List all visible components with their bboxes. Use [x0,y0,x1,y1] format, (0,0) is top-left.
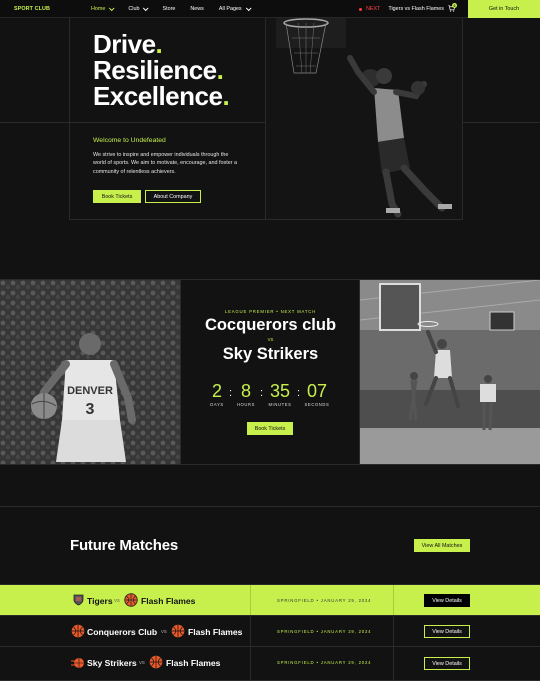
nav-store-label: Store [162,6,176,12]
view-details-button[interactable]: View Details [424,625,470,638]
section-divider [0,506,540,507]
grid-line [69,18,70,220]
match-meta: SPRINGFIELD • JANUARY 29, 2024 [277,660,372,665]
match-team-2: Sky Strikers [222,345,319,363]
away-team: Flash Flames [166,657,221,668]
hero-line-3: Excellence [93,81,223,111]
view-details-button[interactable]: View Details [424,594,470,607]
conquerors-ball-icon [71,624,85,638]
countdown-hours-label: HOURS [236,402,256,407]
brand-logo[interactable]: SPORT CLUB [14,6,50,12]
get-in-touch-button[interactable]: Get in Touch [468,0,540,18]
svg-text:3: 3 [86,401,95,418]
sky-strikers-ball-icon [71,658,84,668]
nav-news-label: News [190,6,204,12]
league-label: LEAGUE PREMIER • NEXT MATCH [224,309,317,314]
cart-count-badge: 0 [452,3,457,8]
match-row[interactable]: Conquerors Club VS Flash Flames SPRINGFI… [0,615,540,647]
away-team: Flash Flames [188,626,243,637]
hero-dunk-photo [266,18,462,219]
flash-flames-ball-icon [124,593,138,607]
live-dot-icon [359,7,362,11]
gym-dunk-photo [360,280,540,464]
match-meta: SPRINGFIELD • JANUARY 29, 2024 [277,629,372,634]
player-dribble-photo: DENVER 3 [0,280,180,464]
next-match-ticker[interactable]: NEXT Tigers vs Flash Flames [359,6,444,12]
hero-heading: Drive. Resilience. Excellence. [93,29,230,111]
nav-home[interactable]: Home [91,5,115,12]
view-all-matches-button[interactable]: View All Matches [414,539,470,552]
hero-book-tickets-button[interactable]: Book Tickets [93,190,141,203]
countdown-separator: : [297,387,301,399]
nav-club-label: Club [128,6,140,12]
countdown-minutes-label: MINUTES [268,402,292,407]
chevron-down-icon [143,5,150,12]
row-divider [250,616,251,647]
match-book-tickets-button[interactable]: Book Tickets [247,422,293,435]
next-match-name: Tigers vs Flash Flames [388,6,444,12]
nav-links: Home Club Store News All Pages [91,5,265,12]
page: SPORT CLUB Home Club Store News All Page… [0,0,540,681]
home-team: Tigers [87,595,113,606]
svg-text:DENVER: DENVER [67,385,113,397]
home-team: Conquerors Club [87,626,158,637]
chevron-down-icon [109,5,115,12]
match-team-1: Cocquerors club [204,316,337,334]
top-navbar: SPORT CLUB Home Club Store News All Page… [0,0,540,18]
grid-line [462,18,463,220]
countdown-seconds-label: SECONDS [304,402,330,407]
countdown-minutes: 35 [269,381,291,401]
grid-line [69,219,462,220]
about-company-button[interactable]: About Company [145,190,201,203]
card-border [180,280,181,464]
row-divider [393,616,394,647]
countdown-seconds: 07 [306,381,328,401]
tigers-shield-icon [73,594,84,606]
row-divider [250,585,251,616]
nav-home-label: Home [91,6,106,12]
next-label: NEXT [366,6,381,12]
nav-news[interactable]: News [190,6,203,12]
flash-flames-ball-icon [171,624,185,638]
countdown-days-label: DAYS [210,402,224,407]
match-row[interactable]: Tigers VS Flash Flames SPRINGFIELD • JAN… [0,584,540,616]
view-details-button[interactable]: View Details [424,657,470,670]
hero-description: We strive to inspire and empower individ… [93,152,238,175]
welcome-heading: Welcome to Undefeated [93,137,166,144]
home-team: Sky Strikers [87,657,137,668]
nav-club[interactable]: Club [128,5,150,12]
countdown-hours: 8 [240,381,251,401]
vs-label: VS [139,660,145,665]
section-divider [0,464,540,465]
away-team: Flash Flames [141,595,196,606]
nav-store[interactable]: Store [162,6,175,12]
flash-flames-ball-icon [149,655,163,669]
vs-label: VS [114,598,120,603]
row-divider [393,585,394,616]
match-vs: VS [267,337,274,342]
countdown-days: 2 [211,381,222,401]
countdown-separator: : [260,387,264,399]
match-meta: SPRINGFIELD • JANUARY 29, 2024 [277,598,372,603]
match-row[interactable]: Sky Strikers VS Flash Flames SPRINGFIELD… [0,646,540,681]
row-divider [250,647,251,681]
nav-all-pages[interactable]: All Pages [218,5,252,12]
row-divider [393,647,394,681]
chevron-down-icon [245,5,252,12]
vs-label: VS [161,629,167,634]
future-matches-title: Future Matches [70,537,179,554]
nav-all-pages-label: All Pages [218,6,242,12]
